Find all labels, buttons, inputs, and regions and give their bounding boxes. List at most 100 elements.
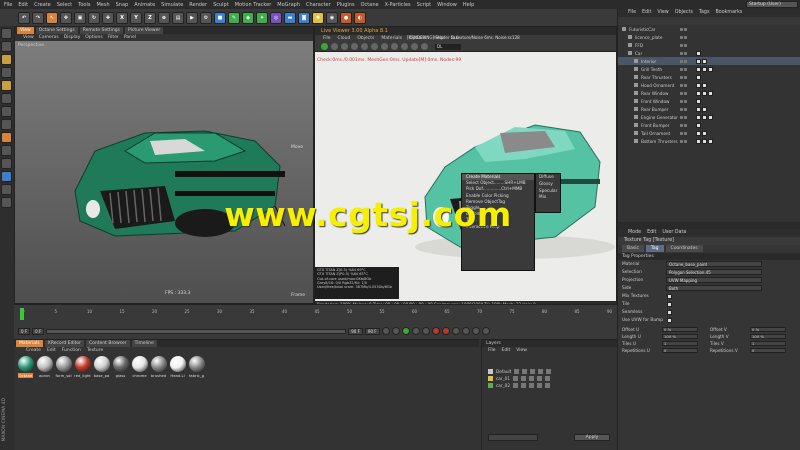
numeric-field[interactable]: 100 % <box>662 334 698 339</box>
floor-workplane-icon[interactable] <box>1 171 12 182</box>
visibility-dots[interactable] <box>680 115 687 119</box>
render-settings-icon[interactable]: ⚙ <box>200 11 212 24</box>
object-menu-view[interactable]: View <box>657 9 668 17</box>
layer-toggle-icon[interactable] <box>538 369 544 374</box>
live-viewer-menu-materials[interactable]: Materials <box>381 35 402 42</box>
material-swatch[interactable]: glass <box>112 356 129 378</box>
material-swatch[interactable]: Head.Li <box>169 356 186 378</box>
camera-icon[interactable]: ◙ <box>298 11 310 24</box>
visibility-dots[interactable] <box>680 83 687 87</box>
menu-simulate[interactable]: Simulate <box>161 2 183 8</box>
object-row[interactable]: Front Bumper <box>618 121 800 129</box>
object-row[interactable]: Car <box>618 49 800 57</box>
next-key-icon[interactable] <box>411 327 420 335</box>
tab-content-browser[interactable]: Content Browser <box>86 340 130 347</box>
object-row[interactable]: Bottom Thrusters <box>618 137 800 145</box>
points-mode-icon[interactable] <box>1 80 12 91</box>
tag-icons[interactable] <box>696 74 701 80</box>
menu-window[interactable]: Window <box>437 2 457 8</box>
timeline-ruler[interactable]: 051015202530354045505560657075808590 <box>14 309 614 319</box>
focus-picker-icon[interactable] <box>401 43 408 50</box>
go-to-end-icon[interactable] <box>421 327 430 335</box>
object-row[interactable]: Hood Ornament <box>618 81 800 89</box>
edges-mode-icon[interactable] <box>1 93 12 104</box>
layer-toggle-icon[interactable] <box>537 383 543 388</box>
material-swatch[interactable]: chrome <box>131 356 148 378</box>
visibility-dots[interactable] <box>680 59 687 63</box>
menu-file[interactable]: File <box>4 2 12 8</box>
object-menu-edit[interactable]: Edit <box>642 9 651 17</box>
submenu-item-diffuse[interactable]: Diffuse <box>536 174 560 181</box>
cube-primitive-icon[interactable]: ■ <box>214 11 226 24</box>
layer-toggle-icon[interactable] <box>514 369 520 374</box>
apply-button[interactable]: Apply <box>574 434 610 441</box>
menu-animate[interactable]: Animate <box>134 2 155 8</box>
object-row[interactable]: Interior <box>618 57 800 65</box>
live-selection-icon[interactable]: ↖ <box>46 11 58 24</box>
menu-select[interactable]: Select <box>57 2 72 8</box>
render-refresh-icon[interactable] <box>331 43 338 50</box>
axis-mode-icon[interactable] <box>1 119 12 130</box>
render-stop-icon[interactable] <box>341 43 348 50</box>
checkbox[interactable] <box>667 309 672 315</box>
object-row[interactable]: Grill Teeth <box>618 65 800 73</box>
tag-icons[interactable] <box>696 66 713 72</box>
material-menu-texture[interactable]: Texture <box>87 347 103 354</box>
submenu-item-specular[interactable]: Specular <box>536 188 560 195</box>
tab-picture-viewer[interactable]: Picture Viewer <box>125 27 164 34</box>
numeric-field[interactable]: 0 <box>750 348 786 353</box>
numeric-field[interactable]: 0 <box>662 348 698 353</box>
layer-selection-field[interactable] <box>488 434 538 441</box>
zoom-icon[interactable] <box>371 43 378 50</box>
material-swatch[interactable]: brushed <box>150 356 167 378</box>
attribute-menu-edit[interactable]: Edit <box>647 229 656 237</box>
tab-octane-settings[interactable]: Octane Settings <box>35 27 78 34</box>
floor-icon[interactable]: ▬ <box>284 11 296 24</box>
tab-remote-settings[interactable]: Remote Settings <box>79 27 123 34</box>
redo-icon[interactable]: ↷ <box>32 11 44 24</box>
current-frame-field[interactable]: 0 F <box>32 327 45 335</box>
layer-toggle-icon[interactable] <box>529 376 535 381</box>
rotate-tool-icon[interactable]: ↻ <box>88 11 100 24</box>
region-icon[interactable] <box>391 43 398 50</box>
layer-row[interactable]: Default <box>482 368 617 375</box>
menu-script[interactable]: Script <box>417 2 432 8</box>
layer-menu-file[interactable]: File <box>488 347 496 354</box>
material-swatch[interactable]: red_light <box>74 356 91 378</box>
visibility-dots[interactable] <box>680 131 687 135</box>
render-pause-icon[interactable] <box>351 43 358 50</box>
editor-viewport[interactable]: View Octane Settings Remote Settings Pic… <box>14 26 314 304</box>
checkbox[interactable] <box>667 293 672 299</box>
numeric-field[interactable]: 1 <box>662 341 698 346</box>
timeline[interactable]: 051015202530354045505560657075808590 0 F… <box>14 304 617 339</box>
axis-x-button[interactable]: X <box>116 11 128 24</box>
octane-settings-icon[interactable]: ◐ <box>354 11 366 24</box>
layer-toggle-icon[interactable] <box>530 369 536 374</box>
autokey-icon[interactable] <box>441 327 450 335</box>
live-viewer-menu-cloud[interactable]: Cloud <box>338 35 351 42</box>
settings-icon[interactable] <box>421 43 428 50</box>
menu-tools[interactable]: Tools <box>78 2 90 8</box>
object-menu-bookmarks[interactable]: Bookmarks <box>715 9 742 17</box>
play-icon[interactable] <box>401 327 410 335</box>
menu-x-particles[interactable]: X-Particles <box>385 2 411 8</box>
menu-motion-tracker[interactable]: Motion Tracker <box>235 2 272 8</box>
visibility-dots[interactable] <box>680 27 687 31</box>
deformer-icon[interactable]: ◎ <box>270 11 282 24</box>
object-menu-objects[interactable]: Objects <box>675 9 693 17</box>
max-frame-field[interactable]: 90 F <box>364 327 380 335</box>
property-value-field[interactable]: Polygon Selection.45 <box>666 269 762 275</box>
live-viewer-menu-objects[interactable]: Objects <box>357 35 374 42</box>
layer-toggle-icon[interactable] <box>545 376 551 381</box>
render-region-icon[interactable]: ▤ <box>172 11 184 24</box>
material-menu-function[interactable]: Function <box>62 347 81 354</box>
viewport-menu-display[interactable]: Display <box>64 34 81 41</box>
array-icon[interactable]: ✦ <box>256 11 268 24</box>
layer-row[interactable]: car_02 <box>482 382 617 389</box>
visibility-dots[interactable] <box>680 107 687 111</box>
visibility-dots[interactable] <box>680 123 687 127</box>
object-row[interactable]: Front Window <box>618 97 800 105</box>
visibility-dots[interactable] <box>680 51 687 55</box>
material-swatch[interactable]: form_sol <box>55 356 72 378</box>
preview-range-slider[interactable] <box>46 328 347 334</box>
